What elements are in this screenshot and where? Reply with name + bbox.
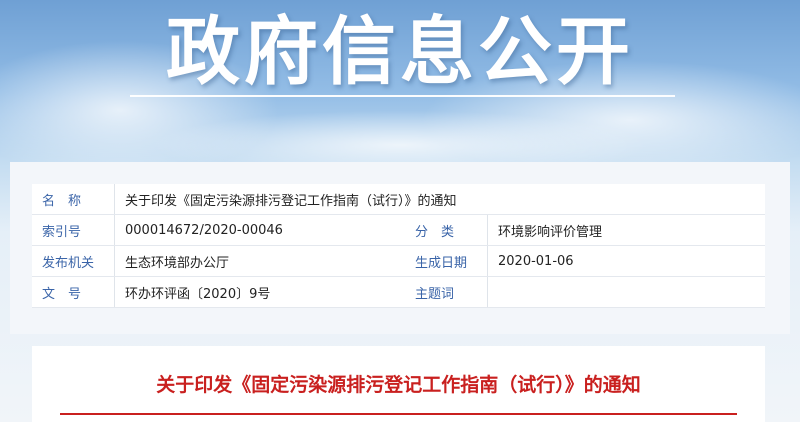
title-divider (60, 413, 737, 415)
docno-value: 环办环评函〔2020〕9号 (114, 276, 405, 308)
date-value: 2020-01-06 (487, 245, 765, 277)
document-panel: 关于印发《固定污染源排污登记工作指南（试行）》的通知 (32, 346, 765, 422)
subject-label: 主题词 (405, 276, 483, 308)
index-label: 索引号 (32, 214, 110, 246)
date-label: 生成日期 (405, 245, 483, 277)
publisher-value: 生态环境部办公厅 (114, 245, 405, 277)
name-label: 名 称 (32, 184, 110, 215)
document-title: 关于印发《固定污染源排污登记工作指南（试行）》的通知 (156, 374, 641, 396)
index-value: 000014672/2020-00046 (114, 214, 405, 246)
table-row: 发布机关 生态环境部办公厅 生成日期 2020-01-06 (32, 245, 765, 277)
table-row: 索引号 000014672/2020-00046 分 类 环境影响评价管理 (32, 214, 765, 246)
table-row: 名 称 关于印发《固定污染源排污登记工作指南（试行）》的通知 (32, 184, 765, 215)
docno-label: 文 号 (32, 276, 110, 308)
name-value: 关于印发《固定污染源排污登记工作指南（试行）》的通知 (114, 184, 765, 215)
category-label: 分 类 (405, 214, 483, 246)
table-row: 文 号 环办环评函〔2020〕9号 主题词 (32, 276, 765, 308)
subject-value (487, 276, 765, 308)
banner-divider (130, 95, 675, 97)
banner-title: 政府信息公开 (166, 9, 634, 95)
document-info-table: 名 称 关于印发《固定污染源排污登记工作指南（试行）》的通知 索引号 00001… (32, 184, 765, 308)
category-value: 环境影响评价管理 (487, 214, 765, 246)
publisher-label: 发布机关 (32, 245, 110, 277)
